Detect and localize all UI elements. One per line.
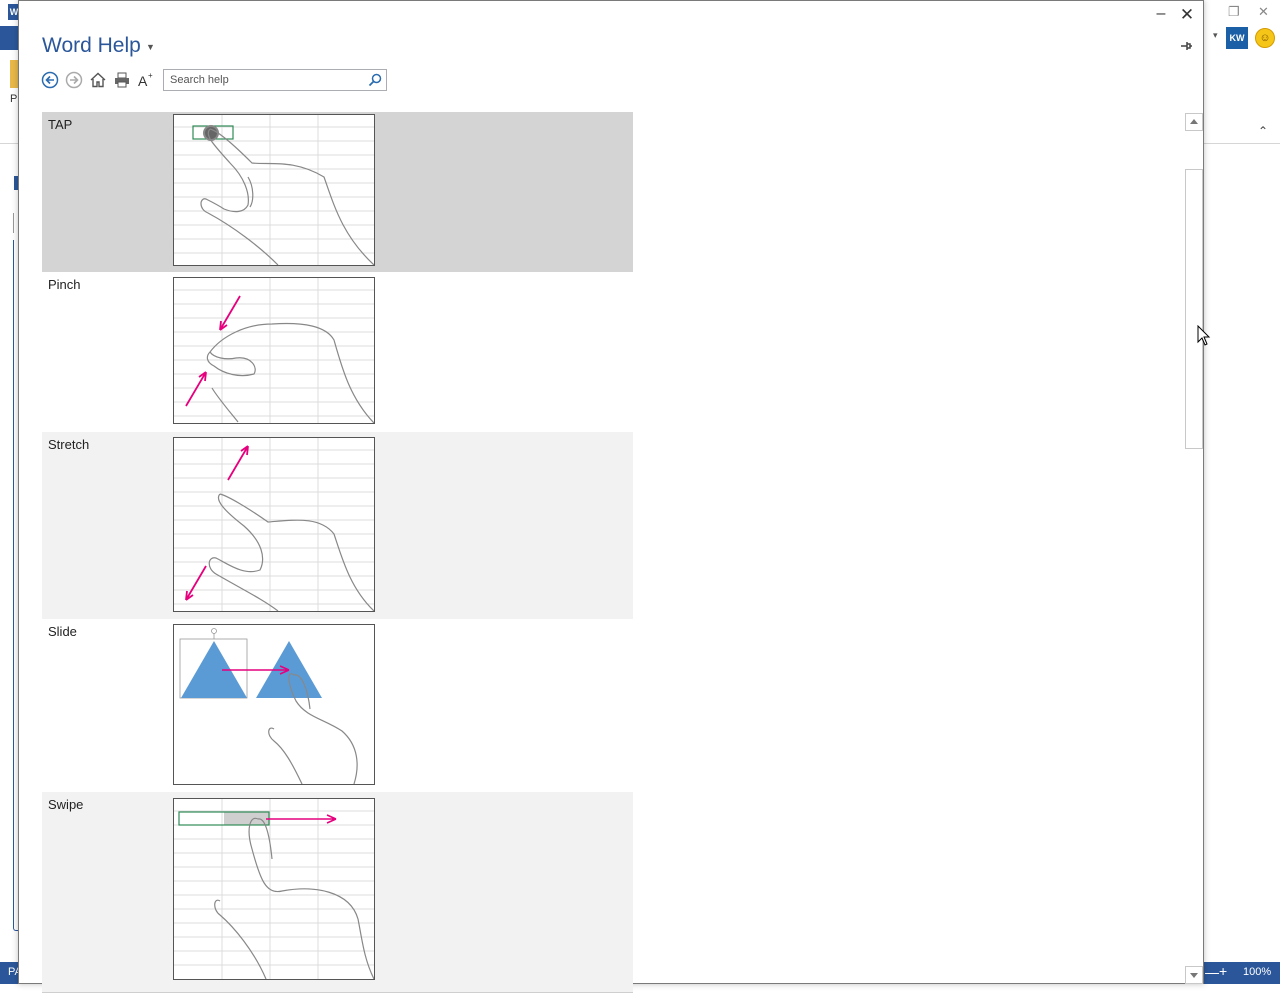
gesture-label-tap: TAP — [48, 117, 73, 132]
swipe-illustration — [173, 798, 375, 980]
gesture-label-swipe: Swipe — [48, 797, 84, 812]
svg-text:+: + — [148, 71, 153, 80]
help-window: Word Help ▼ – ✕ A+ TAP — [18, 0, 1204, 993]
table-row: Stretch — [42, 432, 633, 620]
paste-label: P — [10, 93, 18, 105]
search-icon[interactable] — [367, 72, 383, 88]
table-row: TAP — [42, 112, 633, 273]
zoom-slider[interactable] — [1205, 973, 1219, 974]
chevron-down-icon[interactable]: ▾ — [1213, 30, 1218, 41]
gesture-label-slide: Slide — [48, 624, 77, 639]
gesture-label-stretch: Stretch — [48, 437, 90, 452]
gesture-label-pinch: Pinch — [48, 277, 81, 292]
scroll-up-button[interactable] — [1185, 113, 1203, 131]
search-box[interactable] — [163, 69, 387, 91]
paste-icon[interactable] — [10, 60, 18, 88]
help-title[interactable]: Word Help — [42, 34, 141, 58]
collapse-ribbon-icon[interactable]: ⌃ — [1258, 124, 1268, 138]
mouse-cursor-icon — [1197, 324, 1211, 352]
table-row: Pinch — [42, 272, 633, 433]
home-icon[interactable] — [88, 70, 108, 90]
file-tab[interactable] — [0, 26, 18, 50]
print-icon[interactable] — [112, 70, 132, 90]
addin-icon[interactable]: KW — [1226, 27, 1248, 49]
table-row: Swipe — [42, 792, 633, 993]
scrollbar-thumb[interactable] — [1185, 169, 1203, 449]
pinch-illustration — [173, 277, 375, 424]
slide-illustration — [173, 624, 375, 785]
minimize-icon[interactable]: – — [1151, 5, 1171, 23]
close-icon[interactable]: ✕ — [1177, 5, 1197, 25]
restore-icon[interactable]: ❐ — [1228, 4, 1240, 20]
chevron-down-icon[interactable]: ▼ — [146, 42, 155, 52]
font-size-icon[interactable]: A + — [136, 70, 156, 90]
pin-icon[interactable] — [1177, 37, 1195, 55]
scroll-down-button[interactable] — [1185, 966, 1203, 984]
feedback-smiley-icon[interactable]: ☺ — [1255, 28, 1275, 48]
tap-illustration — [173, 114, 375, 266]
zoom-in-icon[interactable]: + — [1219, 963, 1227, 979]
stretch-illustration — [173, 437, 375, 612]
word-close-icon[interactable]: ✕ — [1258, 4, 1269, 20]
svg-text:A: A — [138, 73, 148, 89]
zoom-level[interactable]: 100% — [1243, 966, 1271, 978]
table-row: Slide — [42, 619, 633, 793]
search-input[interactable] — [164, 70, 366, 90]
back-icon[interactable] — [40, 70, 60, 90]
forward-icon[interactable] — [64, 70, 84, 90]
